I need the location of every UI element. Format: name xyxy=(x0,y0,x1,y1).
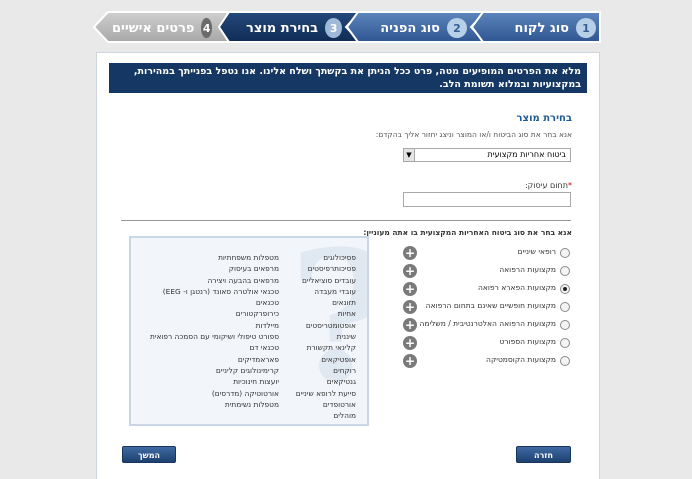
profession-item: עובדים סוציאליים xyxy=(301,275,356,285)
profession-item: פסיכותרפיסטים xyxy=(307,264,356,274)
option-radio[interactable] xyxy=(560,320,570,330)
step-3[interactable]: 3 בחירת מוצר xyxy=(246,14,342,42)
professions-list-left: מטפלות משפחתיות מרפאים בעיסוק מרפאים בהב… xyxy=(150,252,279,410)
professions-list-right: פסיכולוגים פסיכותרפיסטים עובדים סוציאליי… xyxy=(296,252,356,421)
profession-item: סייעת לרופא שיניים xyxy=(295,388,356,398)
occupation-input[interactable] xyxy=(403,192,571,207)
instructions-banner: מלא את הפרטים המופיעים מטה, פרט ככל הנית… xyxy=(109,63,587,93)
option-radio[interactable] xyxy=(560,302,570,312)
option-radio[interactable] xyxy=(560,356,570,366)
product-select-value: ביטוח אחריות מקצועית xyxy=(487,150,567,159)
step-1-label: סוג לקוח xyxy=(514,20,569,36)
step-2-label: סוג הפניה xyxy=(380,20,440,36)
profession-item: כירופרקטורים xyxy=(235,309,279,319)
plus-icon[interactable]: + xyxy=(403,246,417,260)
option-row[interactable]: + מקצועות הרפואה האלטרנטיבית / משלימה xyxy=(400,318,572,332)
insurance-type-question: אנא בחר את סוג ביטוח האחריות המקצועית בו… xyxy=(363,228,572,237)
profession-item: תזונאים xyxy=(332,298,356,308)
profession-item: פאראמדיקים xyxy=(237,354,279,364)
profession-item: מטפלות משפחתיות xyxy=(218,253,279,262)
step-4: 4 פרטים אישיים xyxy=(112,14,212,42)
profession-item: גנטיקאים xyxy=(326,377,356,387)
option-row[interactable]: + מקצועות הרפואה xyxy=(400,264,572,278)
back-button[interactable]: חזרה xyxy=(516,446,571,463)
option-label: מקצועות חופשיים שאינם בתחום הרפואה xyxy=(425,301,556,310)
step-3-number: 3 xyxy=(325,18,342,38)
option-row[interactable]: + מקצועות הספורט xyxy=(400,336,572,350)
option-label: רופאי שיניים xyxy=(517,247,556,256)
profession-item: טכנאי דם xyxy=(249,343,279,353)
profession-item: מוהלים xyxy=(333,411,356,421)
chevron-down-icon[interactable]: ▼ xyxy=(404,149,415,161)
profession-item: רוקחים xyxy=(333,365,356,375)
option-label: מקצועות הרפואה xyxy=(499,265,556,274)
product-select[interactable]: ביטוח אחריות מקצועית ▼ xyxy=(403,148,571,162)
plus-icon[interactable]: + xyxy=(403,264,417,278)
profession-item: יועצות חינוכיות xyxy=(233,377,279,387)
profession-item: ספורט טיפולי ושיקומי עם הסמכה רפואית xyxy=(149,332,279,342)
option-radio[interactable] xyxy=(560,248,570,258)
step-4-label: פרטים אישיים xyxy=(112,20,195,36)
profession-item: אורטוטיקה (מדרסים) xyxy=(211,388,279,398)
plus-icon[interactable]: + xyxy=(403,354,417,368)
option-label: מקצועות הקוסמטיקה xyxy=(486,355,556,364)
occupation-label: *תחום עיסוק: xyxy=(525,181,572,190)
profession-item: קרימינולוגים קליניים xyxy=(215,365,279,375)
profession-item: פסיכולוגים xyxy=(323,253,356,262)
plus-icon[interactable]: + xyxy=(403,336,417,350)
option-row[interactable]: + מקצועות הפארא רפואה xyxy=(400,282,572,296)
profession-item: אופטיקאים xyxy=(321,354,356,364)
section-title: בחירת מוצר xyxy=(516,113,572,124)
profession-item: מרפאים בהבעה ויצירה xyxy=(207,275,279,285)
option-radio[interactable] xyxy=(560,338,570,348)
step-1[interactable]: 1 סוג לקוח xyxy=(500,14,596,42)
professions-box: ? פסיכולוגים פסיכותרפיסטים עובדים סוציאל… xyxy=(129,236,369,426)
plus-icon[interactable]: + xyxy=(403,300,417,314)
option-radio-selected[interactable] xyxy=(560,284,570,294)
option-radio[interactable] xyxy=(560,266,570,276)
option-row[interactable]: + מקצועות הקוסמטיקה xyxy=(400,354,572,368)
profession-item: אחיות xyxy=(337,309,356,319)
profession-item: שיננית xyxy=(336,332,356,342)
option-row[interactable]: + רופאי שיניים xyxy=(400,246,572,260)
step-2[interactable]: 2 סוג הפניה xyxy=(375,14,467,42)
option-label: מקצועות הספורט xyxy=(499,337,556,346)
section-divider xyxy=(121,220,571,221)
occupation-label-text: תחום עיסוק: xyxy=(524,181,568,190)
plus-icon[interactable]: + xyxy=(403,282,417,296)
profession-item: טכנאים xyxy=(255,298,279,308)
profession-item: קלינאי תקשורת xyxy=(306,343,356,353)
option-label: מקצועות הרפואה האלטרנטיבית / משלימה xyxy=(419,319,556,328)
step-4-number: 4 xyxy=(201,18,212,38)
profession-item: מיילדות xyxy=(255,320,279,330)
profession-item: אופטומטריסטים xyxy=(305,320,356,330)
wizard-steps: 1 סוג לקוח 2 סוג הפניה 3 בחירת מוצר 4 פר… xyxy=(0,0,692,46)
profession-item: אורטופדים xyxy=(322,399,356,409)
plus-icon[interactable]: + xyxy=(403,318,417,332)
step-3-label: בחירת מוצר xyxy=(246,20,319,36)
profession-item: טכנאי אולטרה סאונד (רנטגן ו- EEG) xyxy=(162,286,279,296)
option-label: מקצועות הפארא רפואה xyxy=(477,283,556,292)
profession-item: עובדי מעבדה xyxy=(314,286,356,296)
step-1-number: 1 xyxy=(576,18,596,38)
option-row[interactable]: + מקצועות חופשיים שאינם בתחום הרפואה xyxy=(400,300,572,314)
required-marker: * xyxy=(568,181,572,190)
profession-item: מרפאים בעיסוק xyxy=(228,264,279,274)
profession-item: מטפלות נשימתית xyxy=(224,399,279,409)
continue-button[interactable]: המשך xyxy=(122,446,176,463)
step-2-number: 2 xyxy=(447,18,467,38)
section-hint: אנא בחר את סוג הביטוח ו/או המוצר וניצג י… xyxy=(375,130,572,139)
